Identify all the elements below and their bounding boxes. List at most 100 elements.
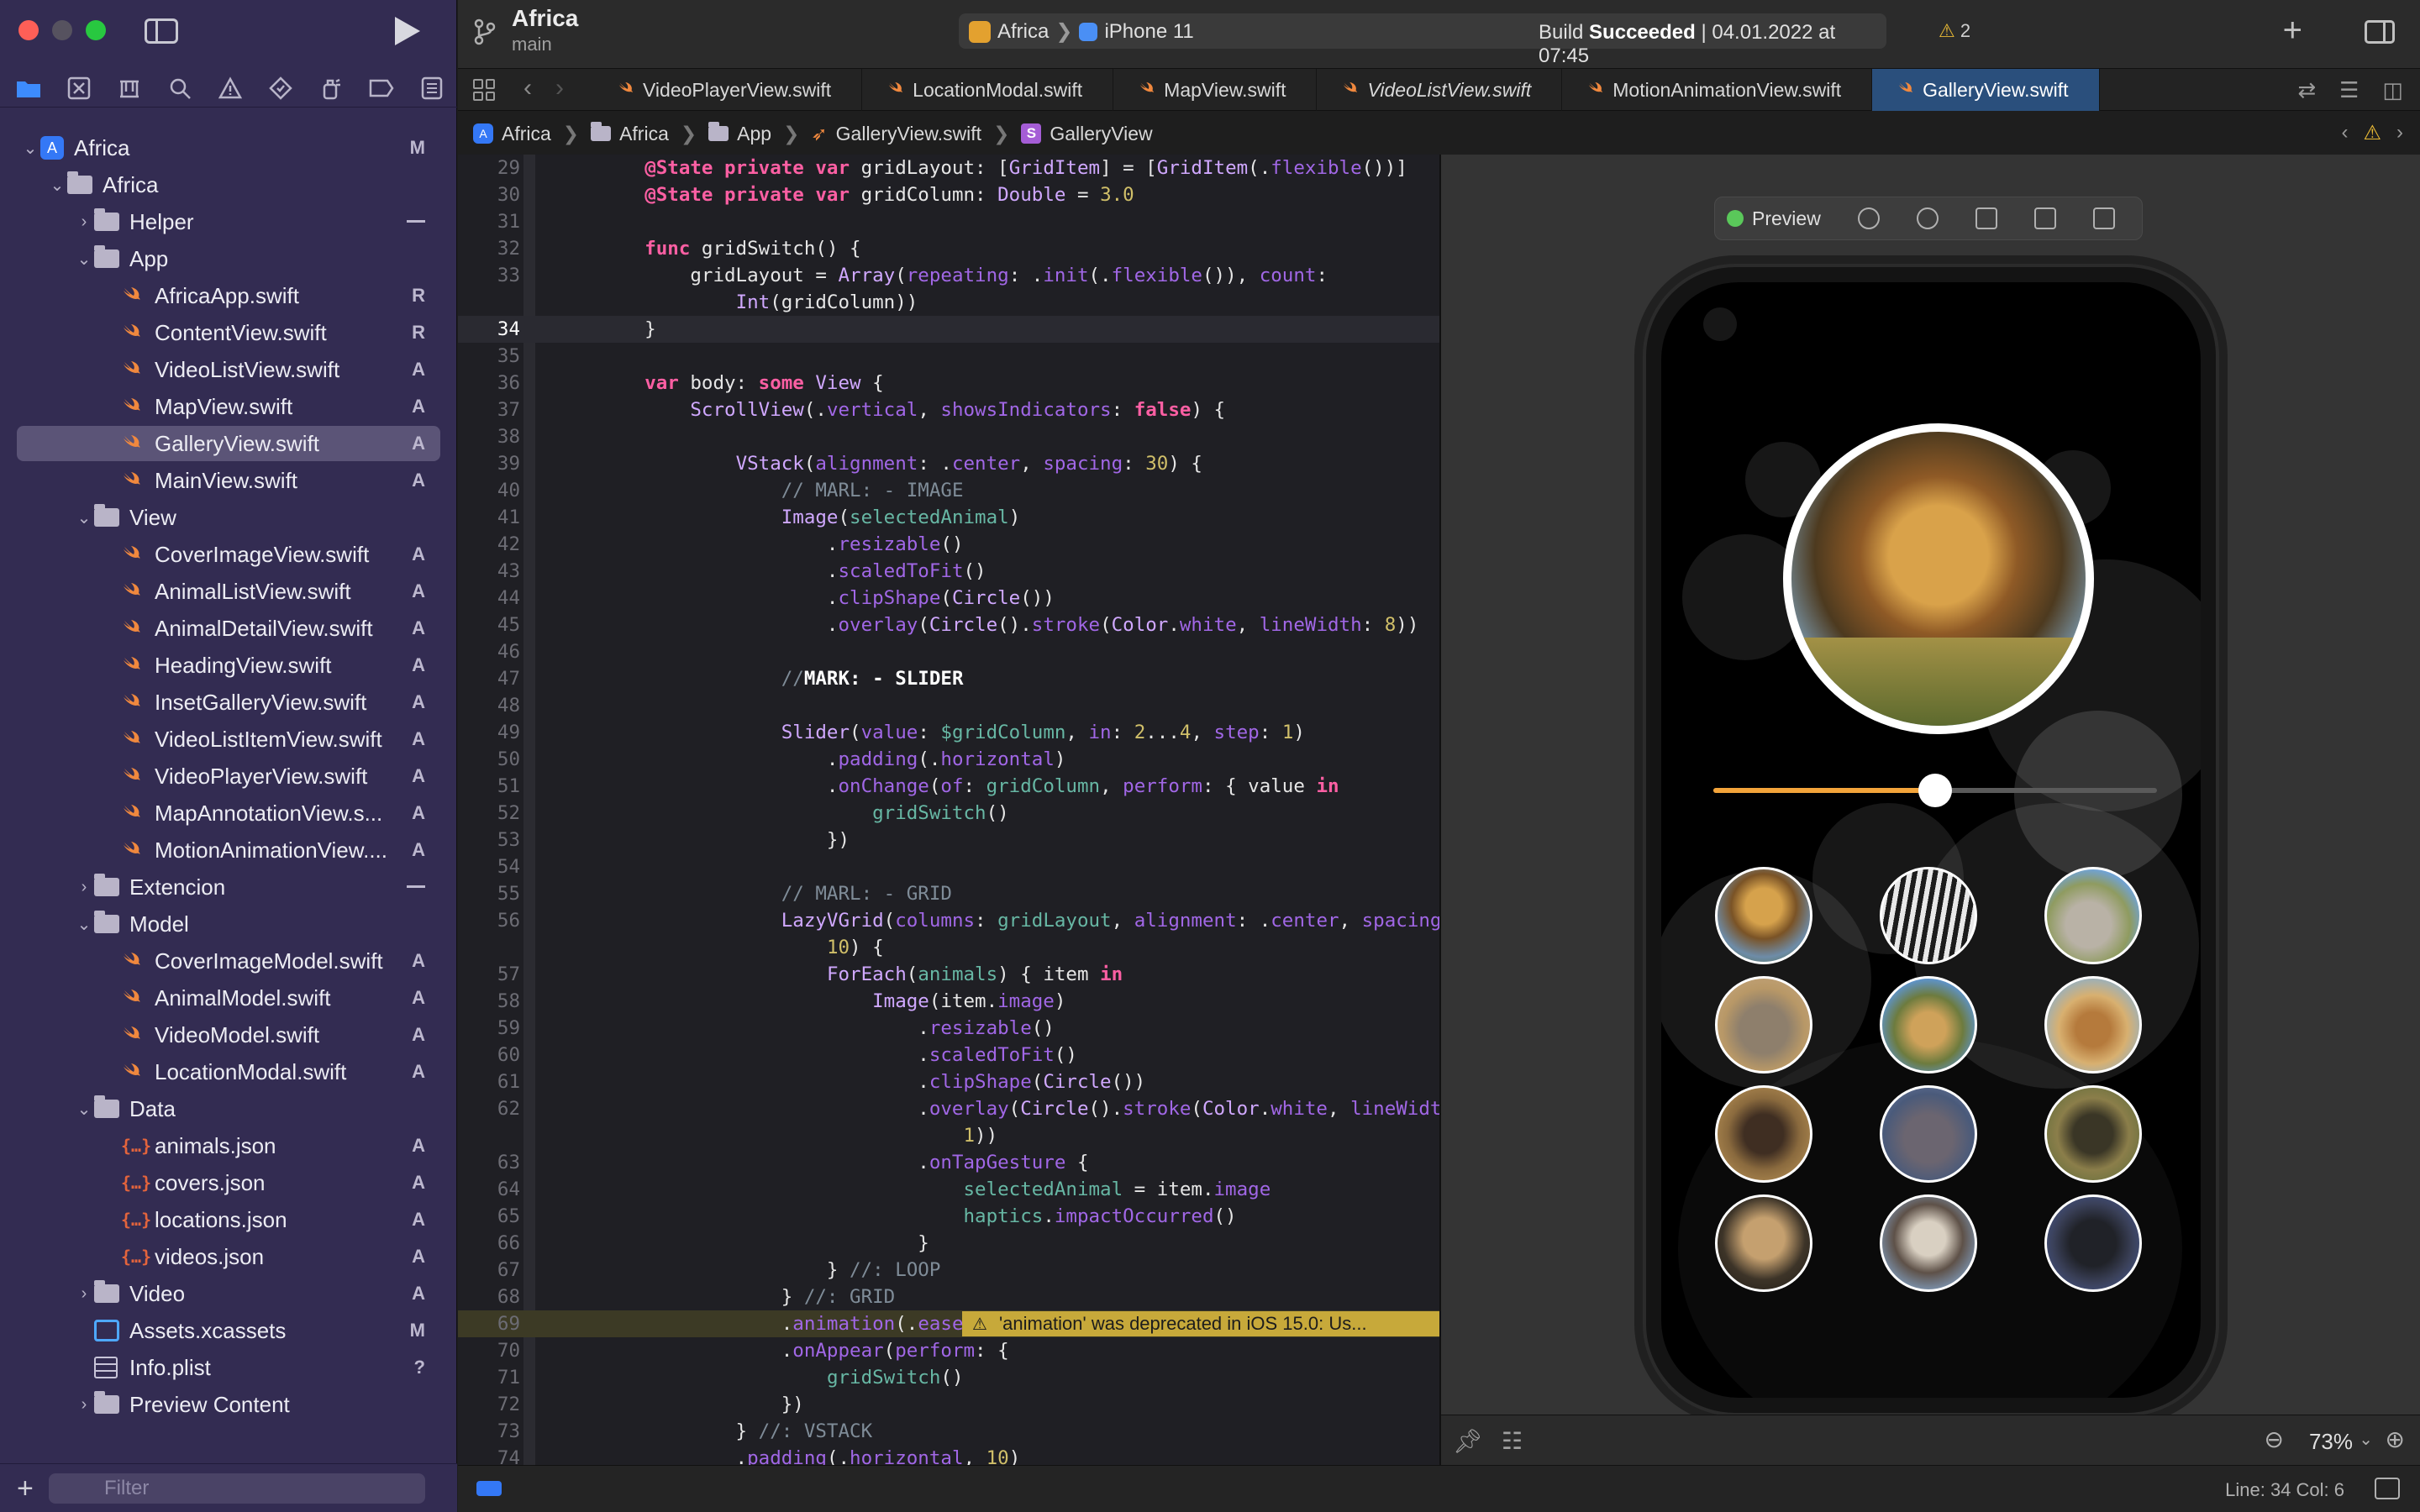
code-text[interactable]: .overlay(Circle().stroke(Color.white, li… — [599, 1098, 1439, 1120]
jump-bar-group-app[interactable]: App — [708, 122, 771, 145]
file-tree-row[interactable]: {…} animals.json A — [0, 1127, 457, 1164]
file-tree-row[interactable]: ⌄ Data — [0, 1090, 457, 1127]
code-text[interactable]: haptics.impactOccurred() — [599, 1205, 1236, 1227]
line-number[interactable]: 36 — [458, 372, 520, 394]
line-number[interactable]: 39 — [458, 453, 520, 475]
jump-bar-symbol[interactable]: S GalleryView — [1021, 123, 1153, 145]
line-number[interactable]: 48 — [458, 695, 520, 717]
line-number[interactable]: 60 — [458, 1044, 520, 1066]
code-text[interactable]: .clipShape(Circle()) — [599, 1071, 1145, 1093]
library-plus-icon[interactable]: + — [2283, 12, 2302, 50]
file-tree-row[interactable]: AnimalDetailView.swift A — [0, 610, 457, 647]
code-line[interactable]: 50 .padding(.horizontal) — [458, 746, 1439, 773]
code-text[interactable]: } — [599, 1232, 929, 1254]
code-line[interactable]: 54 — [458, 853, 1439, 880]
file-tree-row[interactable]: GalleryView.swift A — [0, 425, 457, 462]
zoom-window-button[interactable] — [86, 20, 106, 40]
line-number[interactable]: 46 — [458, 641, 520, 663]
code-text[interactable]: Slider(value: $gridColumn, in: 2...4, st… — [599, 722, 1305, 743]
disclosure-chevron-down-icon[interactable]: ⌄ — [74, 1099, 94, 1120]
line-number[interactable]: 43 — [458, 560, 520, 582]
editor-tab[interactable]: VideoListView.swift — [1317, 69, 1563, 111]
source-control-navigator-icon[interactable] — [66, 75, 92, 101]
add-editor-icon[interactable]: ◫ — [2382, 77, 2403, 103]
branch-icon[interactable] — [473, 18, 497, 52]
editor-options-icon[interactable]: ☰ — [2339, 77, 2359, 103]
pin-preview-icon[interactable]: 📌︎ — [1453, 1427, 1483, 1455]
line-number[interactable]: 42 — [458, 533, 520, 555]
code-line[interactable]: 52 gridSwitch() — [458, 800, 1439, 827]
jump-bar-project[interactable]: A Africa — [473, 123, 551, 145]
line-number[interactable]: 34 — [458, 318, 520, 340]
live-preview-play-icon[interactable] — [1857, 207, 1880, 229]
code-line[interactable]: 36 var body: some View { — [458, 370, 1439, 396]
code-text[interactable]: gridLayout = Array(repeating: .init(.fle… — [599, 265, 1328, 286]
code-line[interactable]: 33 gridLayout = Array(repeating: .init(.… — [458, 262, 1439, 289]
line-number[interactable]: 73 — [458, 1420, 520, 1442]
file-tree-row[interactable]: › Helper — [0, 203, 457, 240]
code-line[interactable]: Int(gridColumn)) — [458, 289, 1439, 316]
code-line[interactable]: 29 @State private var gridLayout: [GridI… — [458, 155, 1439, 181]
code-line[interactable]: 35 — [458, 343, 1439, 370]
code-text[interactable]: .clipShape(Circle()) — [599, 587, 1055, 609]
code-text[interactable]: selectedAnimal = item.image — [599, 1179, 1270, 1200]
code-text[interactable]: .resizable() — [599, 533, 964, 555]
file-tree-row[interactable]: AnimalListView.swift A — [0, 573, 457, 610]
code-text[interactable]: }) — [599, 1394, 804, 1415]
code-line[interactable]: 41 Image(selectedAnimal) — [458, 504, 1439, 531]
code-text[interactable]: } //: LOOP — [599, 1259, 940, 1281]
editor-tab[interactable]: GalleryView.swift — [1872, 69, 2100, 111]
gallery-thumb-hippo[interactable] — [1880, 1085, 1977, 1183]
code-text[interactable]: Image(item.image) — [599, 990, 1065, 1012]
editor-tab[interactable]: MotionAnimationView.swift — [1562, 69, 1873, 111]
gallery-thumb-lion[interactable] — [1715, 867, 1812, 964]
line-number[interactable]: 30 — [458, 184, 520, 206]
gallery-thumb-giraffe[interactable] — [2044, 976, 2142, 1074]
code-line[interactable]: 48 — [458, 692, 1439, 719]
code-text[interactable]: .animation(.easeIn) — [599, 1313, 997, 1335]
file-tree-row[interactable]: InsetGalleryView.swift A — [0, 684, 457, 721]
code-line[interactable]: 63 .onTapGesture { — [458, 1149, 1439, 1176]
line-number[interactable]: 37 — [458, 399, 520, 421]
code-line[interactable]: 44 .clipShape(Circle()) — [458, 585, 1439, 612]
file-tree-row[interactable]: {…} videos.json A — [0, 1238, 457, 1275]
code-text[interactable]: ScrollView(.vertical, showsIndicators: f… — [599, 399, 1225, 421]
zoom-out-icon[interactable]: ⊖ — [2265, 1425, 2284, 1453]
line-number[interactable]: 32 — [458, 238, 520, 260]
code-line[interactable]: 46 — [458, 638, 1439, 665]
code-line[interactable]: 57 ForEach(animals) { item in — [458, 961, 1439, 988]
disclosure-chevron-right-icon[interactable]: › — [74, 1284, 94, 1304]
minimize-window-button[interactable] — [52, 20, 72, 40]
line-number[interactable]: 58 — [458, 990, 520, 1012]
disclosure-chevron-right-icon[interactable]: › — [74, 1395, 94, 1415]
source-editor[interactable]: 29 @State private var gridLayout: [GridI… — [458, 155, 1439, 1465]
code-text[interactable]: Int(gridColumn)) — [599, 291, 918, 313]
line-number[interactable]: 63 — [458, 1152, 520, 1173]
code-line[interactable]: 31 — [458, 208, 1439, 235]
file-tree-row[interactable]: MainView.swift A — [0, 462, 457, 499]
gallery-thumb-ostrich[interactable] — [1880, 1194, 1977, 1292]
gallery-thumb-meerkat[interactable] — [1715, 1194, 1812, 1292]
file-tree-row[interactable]: VideoModel.swift A — [0, 1016, 457, 1053]
code-line[interactable]: 65 haptics.impactOccurred() — [458, 1203, 1439, 1230]
code-line[interactable]: 51 .onChange(of: gridColumn, perform: { … — [458, 773, 1439, 800]
line-number[interactable]: 50 — [458, 748, 520, 770]
scheme-selector[interactable]: Africa ❯ iPhone 11 — [969, 19, 1194, 44]
line-number[interactable]: 64 — [458, 1179, 520, 1200]
code-text[interactable]: // MARL: - IMAGE — [599, 480, 964, 501]
debug-navigator-spray-icon[interactable] — [318, 75, 344, 101]
code-line[interactable]: 39 VStack(alignment: .center, spacing: 3… — [458, 450, 1439, 477]
inspect-preview-icon[interactable] — [1916, 207, 1939, 229]
code-text[interactable]: .onAppear(perform: { — [599, 1340, 1009, 1362]
code-text[interactable]: gridSwitch() — [599, 1367, 964, 1389]
code-line[interactable]: 38 — [458, 423, 1439, 450]
line-number[interactable]: 44 — [458, 587, 520, 609]
issue-navigator-warning-icon[interactable] — [217, 75, 243, 101]
line-number[interactable]: 71 — [458, 1367, 520, 1389]
line-number[interactable]: 51 — [458, 775, 520, 797]
code-line[interactable]: 73 } //: VSTACK — [458, 1418, 1439, 1445]
code-text[interactable]: .padding(.horizontal) — [599, 748, 1066, 770]
code-line[interactable]: 1)) — [458, 1122, 1439, 1149]
file-tree-row[interactable]: {…} locations.json A — [0, 1201, 457, 1238]
code-text[interactable]: //MARK: - SLIDER — [599, 668, 964, 690]
